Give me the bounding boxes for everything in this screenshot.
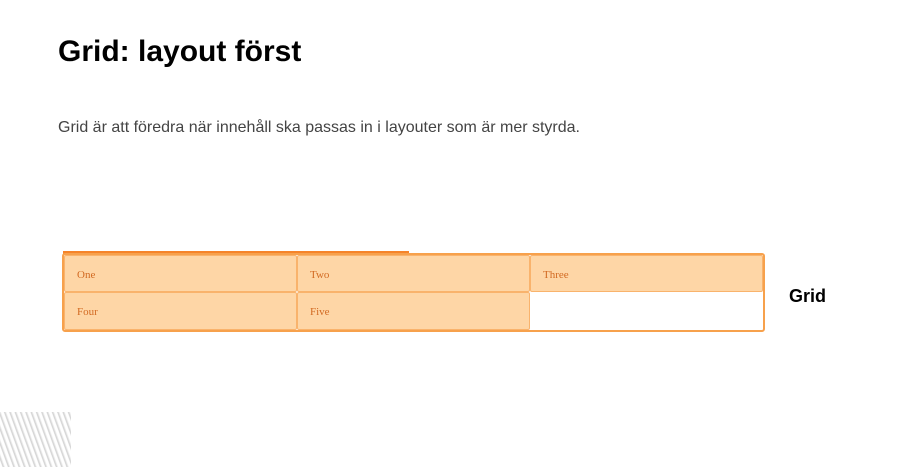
grid-cell-three: Three <box>530 255 763 292</box>
grid-cell-two: Two <box>297 255 530 292</box>
slide-title: Grid: layout först <box>58 35 302 68</box>
grid-demo-container: One Two Three Four Five <box>62 253 765 332</box>
presenter-video-thumbnail <box>0 412 71 467</box>
grid-cell-one: One <box>64 255 297 292</box>
grid-label: Grid <box>789 286 827 306</box>
grid-cell-five: Five <box>297 292 530 330</box>
grid-cell-four: Four <box>64 292 297 330</box>
slide-body-text: Grid är att föredra när innehåll ska pas… <box>58 119 580 136</box>
